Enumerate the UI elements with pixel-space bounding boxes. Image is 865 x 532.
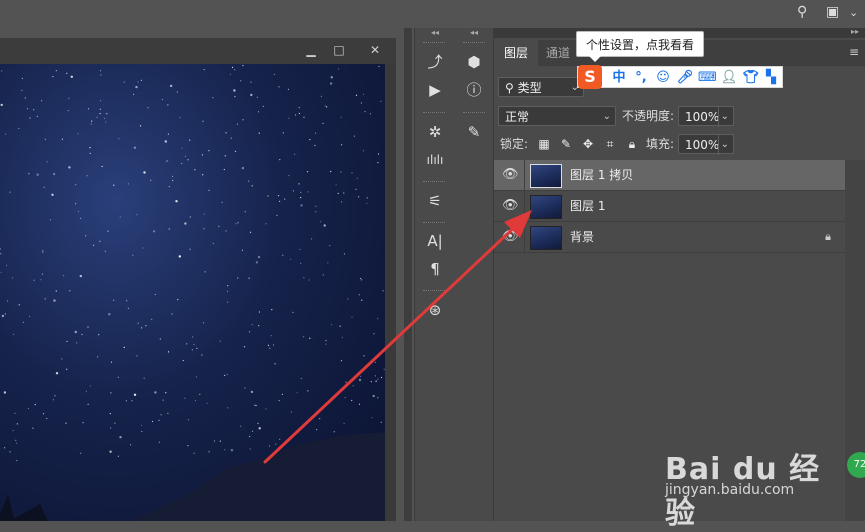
lock-all-icon[interactable]: 🔒︎ bbox=[624, 134, 640, 154]
info-icon[interactable]: ⓘ bbox=[455, 78, 493, 102]
grip-handle[interactable] bbox=[423, 222, 445, 226]
blend-mode-select[interactable]: 正常 ⌄ bbox=[498, 106, 616, 126]
panel-menu-icon[interactable]: ≡ bbox=[849, 45, 859, 59]
mountain-silhouette bbox=[130, 432, 385, 521]
panel-dock-column-2: ◂◂ ⬢ ⓘ ✎ bbox=[455, 28, 494, 521]
actions-play-icon[interactable]: ▶ bbox=[415, 78, 455, 102]
watermark-url: jingyan.baidu.com bbox=[665, 482, 795, 498]
lock-options: ▦ ✎ ✥ ⌗ 🔒︎ bbox=[536, 134, 646, 154]
image-canvas[interactable] bbox=[0, 64, 385, 521]
grip-handle[interactable] bbox=[423, 42, 445, 46]
grip-handle[interactable] bbox=[463, 112, 485, 116]
microphone-icon[interactable]: 🎤︎ bbox=[676, 69, 694, 87]
opacity-value: 100% bbox=[685, 110, 720, 124]
toolbox-grid-icon[interactable]: ▚ bbox=[762, 69, 780, 87]
collapse-icon[interactable]: ▸▸ bbox=[851, 27, 859, 36]
blend-mode-value: 正常 bbox=[505, 110, 530, 124]
lock-paint-icon[interactable]: ✎ bbox=[558, 134, 574, 154]
grip-handle[interactable] bbox=[463, 42, 485, 46]
ime-mode-toggle[interactable]: 中 bbox=[610, 69, 628, 87]
layer-name: 图层 1 拷贝 bbox=[570, 168, 634, 182]
layer-thumbnail bbox=[530, 226, 562, 250]
collapse-icon[interactable]: ◂◂ bbox=[415, 28, 455, 38]
starry-night-image bbox=[0, 64, 385, 521]
3d-icon[interactable]: ⬢ bbox=[455, 50, 493, 74]
panel-dock-column-1: ◂◂ ⤴ ▶ ✲ ılılı ⚟ A| ¶ ⊛ bbox=[414, 28, 456, 521]
layer-row[interactable]: 👁︎ 图层 1 拷贝 bbox=[494, 160, 845, 191]
opacity-label: 不透明度: bbox=[622, 109, 675, 123]
document-scrollbar[interactable] bbox=[385, 64, 396, 521]
emoji-icon[interactable]: ☺ bbox=[654, 69, 672, 87]
layer-row[interactable]: 👁︎ 图层 1 bbox=[494, 191, 845, 222]
layer-name: 背景 bbox=[570, 230, 595, 244]
chevron-down-icon: ⌄ bbox=[717, 107, 729, 127]
keyboard-icon[interactable]: ⌨ bbox=[698, 69, 717, 87]
opacity-input[interactable]: 100% ⌄ bbox=[678, 106, 734, 127]
fill-value: 100% bbox=[685, 138, 720, 152]
chevron-down-icon[interactable]: ⌄ bbox=[849, 6, 858, 19]
fill-input[interactable]: 100% ⌄ bbox=[678, 134, 734, 155]
visibility-eye-icon[interactable]: 👁︎ bbox=[502, 198, 519, 213]
visibility-eye-icon[interactable]: 👁︎ bbox=[502, 229, 519, 244]
maximize-button[interactable]: □ bbox=[328, 41, 350, 59]
lock-move-icon[interactable]: ✥ bbox=[580, 134, 596, 154]
user-icon[interactable]: 👤︎ bbox=[720, 69, 738, 87]
visibility-eye-icon[interactable]: 👁︎ bbox=[502, 167, 519, 182]
layer-filter-value: 类型 bbox=[517, 81, 542, 95]
grip-handle[interactable] bbox=[423, 112, 445, 116]
lock-label: 锁定: bbox=[500, 137, 529, 151]
tree-silhouette bbox=[0, 494, 48, 521]
collapse-icon[interactable]: ◂◂ bbox=[455, 28, 493, 38]
fill-label: 填充: bbox=[646, 137, 675, 151]
document-window: ▁ □ ✕ bbox=[0, 38, 396, 521]
layer-lock-icon: 🔒︎ bbox=[825, 230, 831, 243]
brushes-icon[interactable]: ılılı bbox=[415, 148, 455, 172]
layer-row[interactable]: 👁︎ 背景 🔒︎ bbox=[494, 222, 845, 253]
workspace-icon[interactable]: ▣ bbox=[826, 4, 839, 20]
history-icon[interactable]: ⤴ bbox=[415, 50, 455, 74]
lock-transparent-icon[interactable]: ▦ bbox=[536, 134, 552, 154]
layer-thumbnail bbox=[530, 195, 562, 219]
baidu-watermark: Bai du 经验 jingyan.baidu.com bbox=[665, 430, 845, 531]
tab-channels[interactable]: 通道 bbox=[536, 40, 580, 66]
layer-thumbnail bbox=[530, 164, 562, 188]
layer-name: 图层 1 bbox=[570, 199, 606, 213]
ime-tooltip: 个性设置，点我看看 bbox=[576, 31, 704, 62]
search-icon[interactable]: ⚲ bbox=[797, 4, 807, 20]
app-top-bar: ⚲ ▣ ⌄ bbox=[0, 0, 865, 28]
lock-artboard-icon[interactable]: ⌗ bbox=[602, 134, 618, 154]
grip-handle[interactable] bbox=[423, 290, 445, 294]
grip-handle[interactable] bbox=[423, 181, 445, 185]
sogou-logo-icon[interactable]: S bbox=[578, 65, 602, 89]
tab-layers[interactable]: 图层 bbox=[494, 40, 539, 66]
brush-settings-icon[interactable]: ✲ bbox=[415, 120, 455, 144]
ime-toolbar: S 中 °, ☺ 🎤︎ ⌨ 👤︎ 👕︎ ▚ bbox=[577, 65, 783, 89]
close-button[interactable]: ✕ bbox=[364, 41, 386, 59]
ime-punct-toggle[interactable]: °, bbox=[632, 69, 650, 87]
layer-filter-select[interactable]: ⚲ 类型 ⌄ bbox=[498, 77, 584, 97]
panel-divider[interactable] bbox=[404, 28, 412, 521]
chevron-down-icon: ⌄ bbox=[602, 111, 611, 122]
chevron-down-icon: ⌄ bbox=[717, 135, 729, 155]
search-icon: ⚲ bbox=[505, 81, 514, 95]
skin-shirt-icon[interactable]: 👕︎ bbox=[742, 69, 760, 87]
minimize-button[interactable]: ▁ bbox=[300, 41, 322, 59]
paragraph-icon[interactable]: ¶ bbox=[415, 257, 455, 281]
brush-presets-icon[interactable]: ✎ bbox=[455, 120, 493, 144]
character-icon[interactable]: A| bbox=[415, 229, 455, 253]
adjustments-icon[interactable]: ⚟ bbox=[415, 189, 455, 213]
document-tab-bar: ▁ □ ✕ bbox=[0, 38, 396, 64]
clone-source-icon[interactable]: ⊛ bbox=[415, 298, 455, 322]
